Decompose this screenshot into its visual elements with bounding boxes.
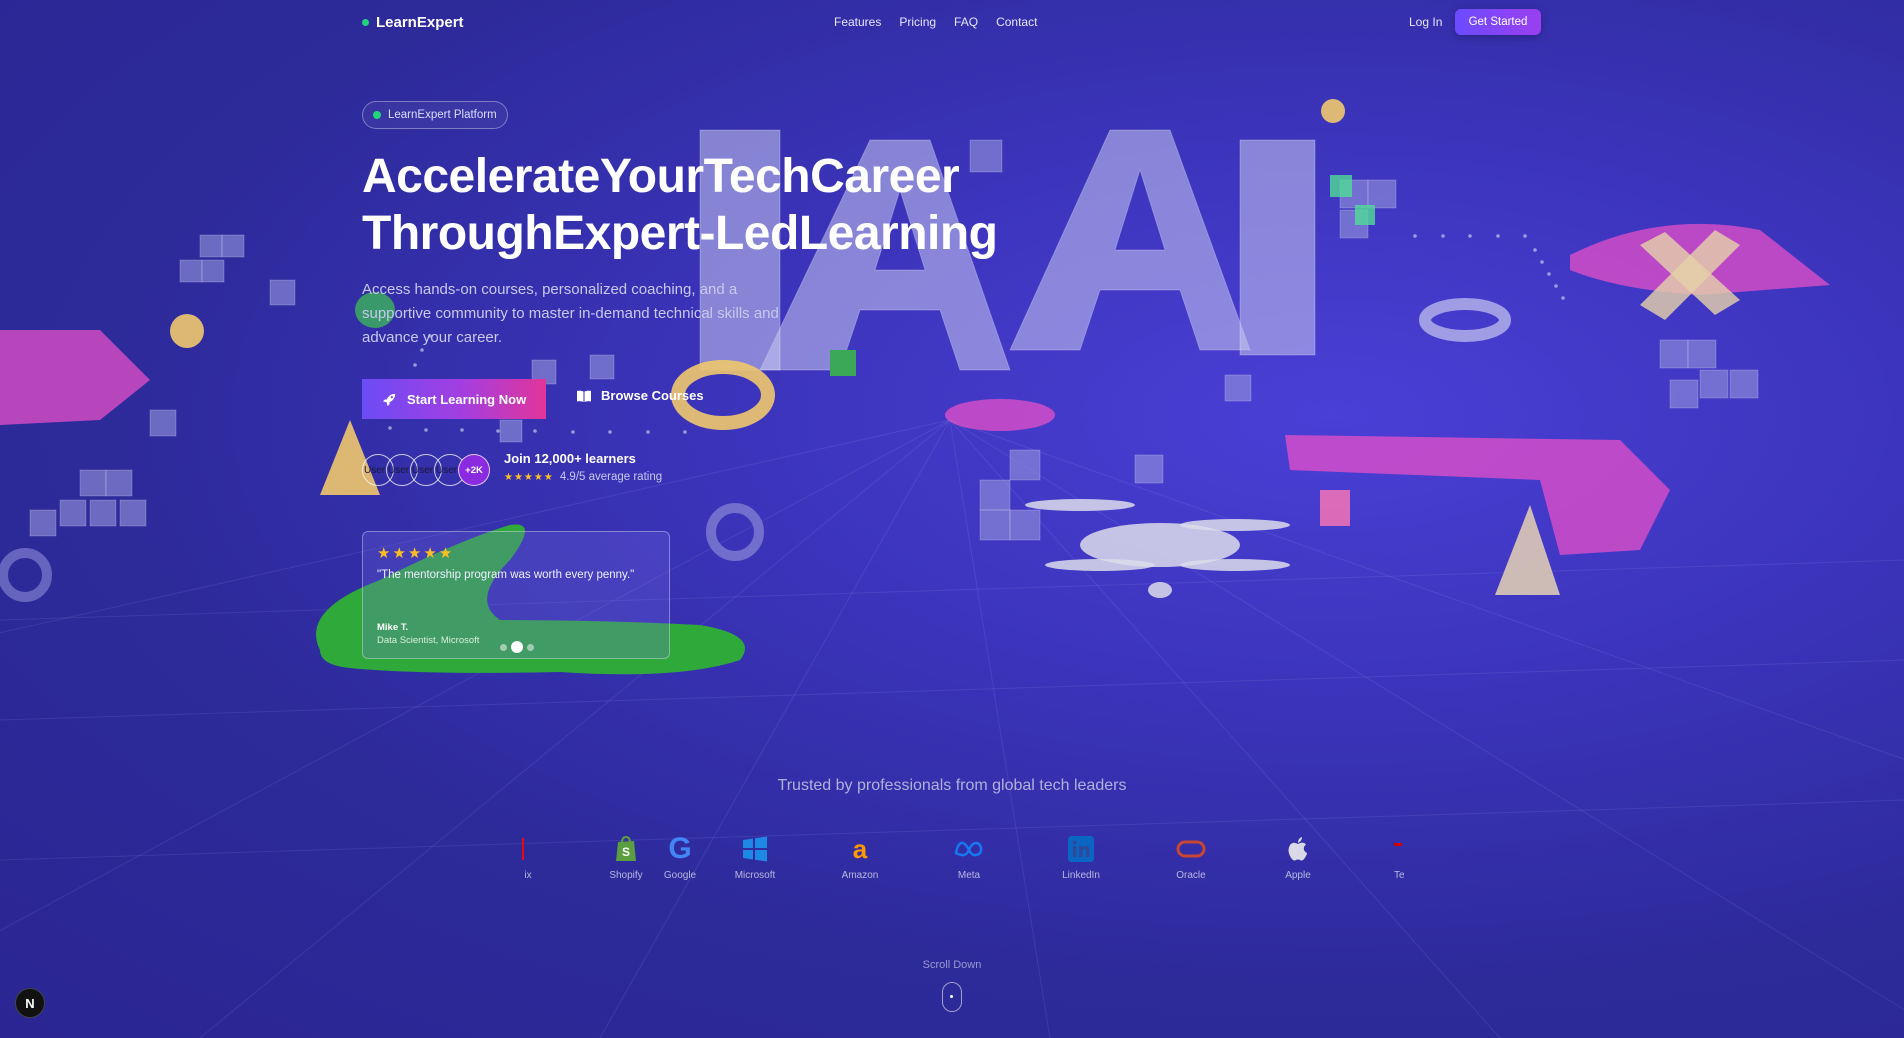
company-logo-amazon: a Amazon: [820, 833, 900, 882]
rating-row: ★★★★★ 4.9/5 average rating: [504, 471, 662, 483]
rating-text: 4.9/5 average rating: [559, 471, 663, 483]
browse-courses-button[interactable]: Browse Courses: [576, 388, 704, 403]
pagination-dot-3[interactable]: [527, 643, 534, 651]
login-link[interactable]: Log In: [1409, 15, 1442, 29]
testimonial-quote: "The mentorship program was worth every …: [377, 569, 635, 581]
testimonial-author: Mike T.: [377, 622, 409, 633]
company-logo-linkedin: LinkedIn: [1041, 833, 1121, 881]
pagination-dot-1[interactable]: [500, 643, 507, 651]
nav-link-features[interactable]: Features: [834, 15, 881, 29]
join-learners-text: Join 12,000+ learners: [504, 451, 636, 466]
dev-tools-badge[interactable]: N: [15, 988, 45, 1018]
meta-icon: [929, 833, 1009, 865]
company-logo-apple: Apple: [1258, 833, 1338, 881]
nav-link-contact[interactable]: Contact: [996, 15, 1037, 29]
nav-link-pricing[interactable]: Pricing: [899, 15, 936, 29]
netflix-icon: [500, 833, 550, 865]
hero-title-line-1: AccelerateYourTechCareer: [362, 150, 960, 203]
book-open-icon: [576, 389, 592, 403]
google-icon: G: [668, 833, 692, 865]
rocket-icon: [382, 392, 397, 407]
social-proof: Join 12,000+ learners ★★★★★ 4.9/5 averag…: [504, 451, 662, 483]
nav-links: Features Pricing FAQ Contact: [834, 15, 1037, 29]
scroll-down-mouse-icon[interactable]: [942, 982, 962, 1012]
company-logo-strip: ix S Shopify G Google Microsoft a Amazon…: [500, 833, 1404, 893]
testimonial-card: ★★★★★ "The mentorship program was worth …: [362, 531, 670, 659]
tesla-icon: [1360, 833, 1404, 865]
pagination-dot-2[interactable]: [511, 641, 523, 653]
platform-badge: LearnExpert Platform: [362, 101, 508, 129]
amazon-icon: a: [852, 833, 868, 864]
company-logo-google: G Google: [640, 833, 720, 881]
trusted-heading: Trusted by professionals from global tec…: [777, 777, 1127, 794]
testimonial-pagination: [500, 641, 534, 653]
company-logo-netflix: ix: [500, 833, 550, 881]
svg-text:S: S: [622, 845, 630, 859]
company-logo-meta: Meta: [929, 833, 1009, 881]
scroll-down-label: Scroll Down: [922, 959, 982, 971]
top-navbar: LearnExpert Features Pricing FAQ Contact…: [0, 0, 1904, 44]
start-learning-button[interactable]: Start Learning Now: [362, 379, 546, 419]
rating-stars-icon: ★★★★★: [504, 471, 554, 483]
nav-link-faq[interactable]: FAQ: [954, 15, 978, 29]
company-logo-tesla: Te: [1360, 833, 1404, 881]
brand-logo[interactable]: LearnExpert: [362, 14, 464, 31]
linkedin-icon: [1041, 833, 1121, 865]
testimonial-stars-icon: ★★★★★: [377, 545, 455, 562]
browse-courses-label: Browse Courses: [601, 388, 704, 403]
hero-title: AccelerateYourTechCareer ThroughExpert-L…: [362, 148, 1062, 262]
oracle-icon: [1151, 833, 1231, 865]
hero-description: Access hands-on courses, personalized co…: [362, 281, 779, 346]
company-logo-microsoft: Microsoft: [715, 833, 795, 881]
get-started-button[interactable]: Get Started: [1455, 9, 1541, 35]
avatar-more-count: +2K: [458, 454, 490, 486]
brand-name: LearnExpert: [376, 14, 464, 31]
company-logo-oracle: Oracle: [1151, 833, 1231, 881]
status-dot-icon: [373, 111, 381, 119]
learner-avatars: User User User User +2K: [362, 454, 490, 486]
microsoft-icon: [715, 833, 795, 865]
testimonial-role: Data Scientist, Microsoft: [377, 635, 480, 646]
hero-title-line-2: ThroughExpert-LedLearning: [362, 207, 998, 260]
logo-dot-icon: [362, 19, 369, 26]
apple-icon: [1258, 833, 1338, 865]
badge-label: LearnExpert Platform: [388, 109, 497, 121]
start-learning-label: Start Learning Now: [407, 391, 527, 407]
